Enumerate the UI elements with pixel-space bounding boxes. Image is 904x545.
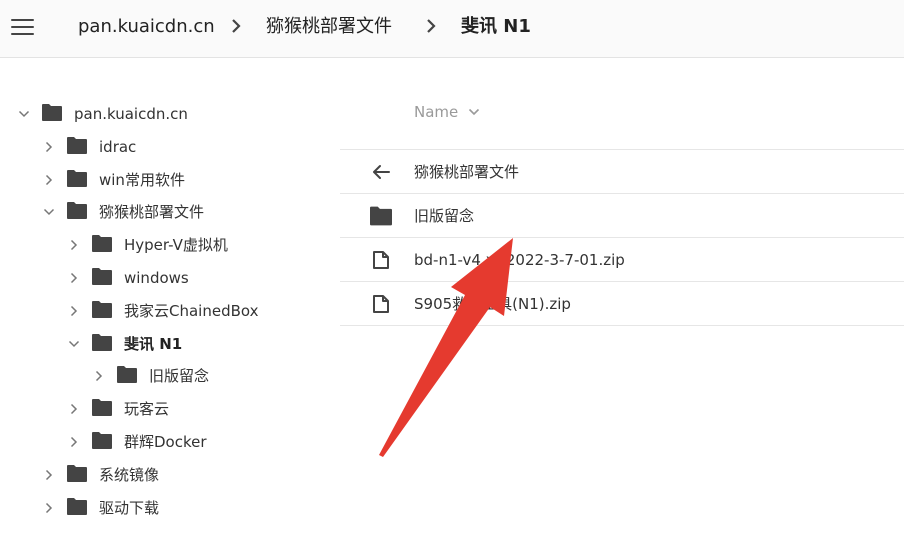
chevron-right-icon[interactable]	[43, 502, 55, 514]
folder-icon	[370, 206, 392, 226]
tree-item-label: 猕猴桃部署文件	[99, 203, 205, 222]
folder-icon	[92, 268, 112, 285]
folder-icon	[67, 202, 87, 220]
tree-item[interactable]: 旧版留念	[93, 364, 413, 388]
breadcrumb-item-parent[interactable]: 猕猴桃部署文件	[266, 15, 392, 39]
chevron-down-icon[interactable]	[43, 206, 55, 218]
folder-icon	[92, 333, 112, 351]
tree-item-label: 斐讯 N1	[124, 334, 183, 353]
folder-icon	[117, 366, 137, 384]
chevron-right-icon[interactable]	[68, 272, 80, 284]
tree-item[interactable]: 猕猴桃部署文件	[43, 200, 363, 224]
folder-icon	[67, 497, 87, 515]
chevron-right-icon[interactable]	[43, 174, 55, 186]
list-item[interactable]: S905救砖工具(N1).zip	[340, 282, 904, 326]
chevron-right-icon[interactable]	[68, 239, 80, 251]
folder-icon	[67, 169, 87, 187]
tree-item-label: win常用软件	[99, 170, 185, 189]
tree-item-label: pan.kuaicdn.cn	[74, 105, 188, 123]
tree-item[interactable]: 斐讯 N1	[68, 332, 388, 356]
back-arrow-icon	[373, 165, 390, 179]
name-column-label: Name	[414, 103, 459, 121]
top-bar: pan.kuaicdn.cn 猕猴桃部署文件 斐讯 N1	[0, 0, 904, 58]
name-column-header[interactable]: Name	[414, 103, 480, 121]
tree-item[interactable]: pan.kuaicdn.cn	[18, 102, 338, 126]
folder-icon	[92, 235, 112, 253]
tree-item-label: 旧版留念	[149, 367, 210, 386]
chevron-right-icon	[232, 19, 241, 33]
breadcrumb-item-root[interactable]: pan.kuaicdn.cn	[78, 15, 215, 39]
folder-icon	[92, 300, 112, 318]
chevron-right-icon[interactable]	[43, 141, 55, 153]
tree-item-label: 系统镜像	[99, 465, 160, 484]
tree-item[interactable]: 系统镜像	[43, 463, 363, 487]
list-item-label: bd-n1-v4.x-t2022-3-7-01.zip	[414, 251, 625, 269]
chevron-down-icon[interactable]	[18, 108, 30, 120]
folder-icon	[92, 432, 112, 449]
tree-item-label: 驱动下载	[99, 498, 160, 517]
tree-item-label: idrac	[99, 137, 137, 156]
folder-icon	[67, 136, 87, 154]
tree-item-label: 玩客云	[124, 400, 170, 419]
file-icon	[373, 295, 389, 313]
list-item[interactable]: bd-n1-v4.x-t2022-3-7-01.zip	[340, 238, 904, 282]
tree-item-label: 群辉Docker	[124, 433, 207, 451]
tree-item-label: 我家云ChainedBox	[124, 301, 259, 320]
list-item[interactable]: 旧版留念	[340, 194, 904, 238]
tree-item-label: Hyper-V虚拟机	[124, 236, 228, 255]
list-item-label: S905救砖工具(N1).zip	[414, 295, 571, 313]
chevron-right-icon[interactable]	[93, 370, 105, 382]
chevron-right-icon[interactable]	[68, 436, 80, 448]
list-item-label: 猕猴桃部署文件	[414, 163, 520, 181]
tree-item[interactable]: 群辉Docker	[68, 430, 388, 454]
tree-item[interactable]: 玩客云	[68, 397, 388, 421]
folder-icon	[67, 464, 87, 482]
tree-item[interactable]: 驱动下载	[43, 496, 363, 520]
chevron-right-icon[interactable]	[43, 469, 55, 481]
folder-icon	[42, 104, 62, 121]
tree-item[interactable]: idrac	[43, 135, 363, 159]
file-icon	[373, 251, 389, 269]
tree-item[interactable]: win常用软件	[43, 168, 363, 192]
breadcrumb-item-current: 斐讯 N1	[461, 16, 531, 37]
chevron-right-icon[interactable]	[68, 403, 80, 415]
chevron-right-icon[interactable]	[68, 305, 80, 317]
chevron-right-icon	[427, 19, 436, 33]
folder-icon	[92, 399, 112, 417]
list-item[interactable]: 猕猴桃部署文件	[340, 150, 904, 194]
menu-icon[interactable]	[11, 17, 35, 37]
sort-chevron-down-icon	[468, 108, 480, 116]
list-item-label: 旧版留念	[414, 207, 475, 225]
chevron-down-icon[interactable]	[68, 338, 80, 350]
tree-item-label: windows	[124, 269, 189, 287]
